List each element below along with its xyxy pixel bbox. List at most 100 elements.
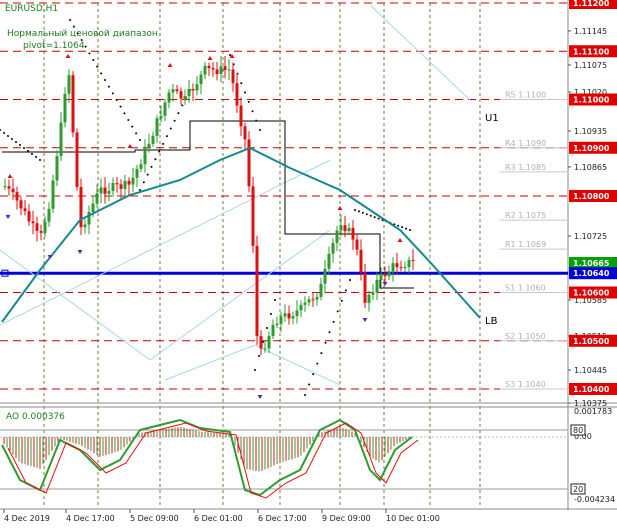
sar-dot <box>377 217 380 220</box>
candle-body <box>331 242 335 254</box>
candle-body <box>307 299 311 303</box>
sar-dot <box>361 211 364 214</box>
sar-dot <box>270 313 272 315</box>
sar-dot <box>0 129 1 131</box>
time-tick-label: 10 Dec 01:00 <box>386 514 440 523</box>
candle-body <box>287 313 291 319</box>
candle-body <box>71 75 75 133</box>
sar-dot <box>7 135 9 137</box>
trend-line <box>369 4 471 101</box>
sar-dot <box>165 135 168 138</box>
candle-body <box>147 143 151 148</box>
range-note: Нормальный ценовой диапазон <box>7 29 158 39</box>
band-label-upper: U1 <box>485 113 499 124</box>
candle-body <box>87 211 91 225</box>
candle-body <box>219 66 223 75</box>
time-tick-label: 5 Dec 09:00 <box>130 514 179 523</box>
candle-body <box>291 316 295 319</box>
sar-dot <box>240 82 243 85</box>
candle-body <box>251 186 255 246</box>
pivot-level-label: R5 1.1100 <box>505 91 546 100</box>
sar-dot <box>173 119 176 122</box>
sar-dot <box>244 91 246 94</box>
fractal-up-marker <box>65 54 71 58</box>
candle-body <box>203 65 207 75</box>
candle-body <box>351 227 355 240</box>
sar-dot <box>177 112 180 115</box>
candle-body <box>35 223 39 231</box>
level-price-badge-label: 1.10900 <box>573 144 610 153</box>
fractal-down-marker <box>257 395 263 399</box>
candle-body <box>103 187 107 194</box>
candle-body <box>335 230 339 243</box>
pivot-price-badge-label: 1.10640 <box>573 269 610 278</box>
price-axis: 1.111451.110751.110201.109351.108651.107… <box>568 0 617 504</box>
sar-dot <box>251 110 254 113</box>
candle-body <box>211 68 215 70</box>
candle-body <box>359 249 363 273</box>
sar-dot <box>349 279 351 281</box>
candle-body <box>139 164 143 169</box>
candle-body <box>23 208 27 212</box>
sar-dot <box>365 213 368 216</box>
level-price-badge-label: 1.10500 <box>573 337 610 346</box>
time-tick-label: 6 Dec 01:00 <box>194 514 243 523</box>
candle-body <box>387 271 391 277</box>
sar-dot <box>308 383 311 386</box>
candles <box>3 55 415 356</box>
candle-body <box>3 186 7 188</box>
level-price-badge-label: 1.11100 <box>573 47 610 56</box>
price-tick-label: 1.10935 <box>574 127 607 136</box>
trend-line <box>0 249 151 361</box>
sar-dot <box>146 173 149 176</box>
chart-window[interactable]: R5 1.1100 R4 1.1090 R3 1.1085 R2 1.1075 R1 1… <box>0 0 617 528</box>
current-price-badge-label: 1.10665 <box>573 259 610 268</box>
chart-canvas[interactable]: R5 1.1100 R4 1.1090 R3 1.1085 R2 1.1075 R1 1… <box>0 0 617 528</box>
sar-dot <box>27 150 29 152</box>
pivot-step-line <box>2 120 414 289</box>
candle-body <box>67 75 71 94</box>
sar-dot <box>119 105 122 108</box>
price-tick-label: 1.11075 <box>574 61 607 70</box>
sar-dot <box>35 156 37 158</box>
sar-dot <box>344 289 347 292</box>
candle-body <box>63 93 67 123</box>
sar-dot <box>69 19 71 21</box>
candle-body <box>407 259 411 268</box>
level-price-badge-label: 1.11200 <box>573 0 610 8</box>
sar-dot <box>72 25 75 28</box>
fractal-up-marker <box>7 174 13 178</box>
pivot-level-label: S2 1.1050 <box>505 332 546 341</box>
pivot-level-label: R4 1.1090 <box>505 139 546 148</box>
candle-body <box>167 92 171 103</box>
candle-body <box>355 239 359 250</box>
candle-body <box>327 253 331 269</box>
candle-body <box>11 188 15 193</box>
sar-dot <box>259 129 261 131</box>
indicator-axis-label: 0.001783 <box>574 407 612 416</box>
sar-dot <box>328 331 331 334</box>
candle-body <box>223 66 227 70</box>
candle-body <box>123 180 127 189</box>
level-price-badge-label: 1.10600 <box>573 289 610 298</box>
candle-body <box>319 283 323 298</box>
sar-dot <box>127 119 130 121</box>
indicator-level-label: 20 <box>573 485 583 494</box>
candle-body <box>323 268 327 284</box>
sar-dot <box>354 209 356 211</box>
sar-dot <box>332 320 335 323</box>
candle-body <box>47 208 51 222</box>
candle-body <box>371 292 375 295</box>
sar-dot <box>158 150 161 153</box>
fractal-down-marker <box>382 282 388 286</box>
pivot-level-labels: R5 1.1100 R4 1.1090 R3 1.1085 R2 1.1075 R1 1… <box>505 91 546 390</box>
sar-dot <box>405 227 408 230</box>
trend-lines <box>0 4 471 386</box>
trend-line <box>164 344 256 381</box>
sar-dot <box>162 142 165 145</box>
candle-body <box>347 227 351 232</box>
candle-body <box>207 65 211 69</box>
candle-body <box>303 302 307 305</box>
candle-body <box>247 139 251 187</box>
sar-dot <box>357 210 360 213</box>
